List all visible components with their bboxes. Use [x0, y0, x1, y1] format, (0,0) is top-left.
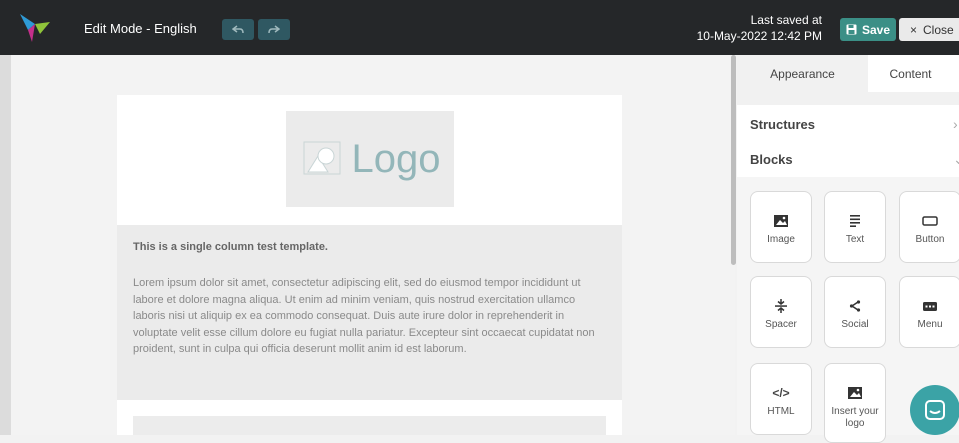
code-icon: </>	[772, 386, 790, 400]
canvas-scrollbar[interactable]	[731, 55, 736, 265]
spacer-icon	[751, 299, 811, 313]
block-insert-logo[interactable]: Insert your logo	[824, 363, 886, 443]
save-button[interactable]: Save	[840, 18, 896, 41]
block-html[interactable]: </> HTML	[750, 363, 812, 435]
block-label: Image	[767, 234, 795, 245]
tab-appearance[interactable]: Appearance	[737, 55, 868, 92]
block-button[interactable]: Button	[899, 191, 959, 263]
blocks-label: Blocks	[750, 152, 793, 167]
block-social[interactable]: Social	[824, 276, 886, 348]
block-label: HTML	[767, 406, 795, 417]
canvas-left-border	[0, 55, 11, 435]
floppy-icon	[846, 24, 857, 35]
email-template[interactable]: Logo This is a single column test templa…	[117, 95, 622, 435]
block-label: Insert your logo	[831, 406, 879, 429]
redo-icon	[268, 24, 280, 33]
last-saved-time: 10-May-2022 12:42 PM	[696, 29, 822, 43]
content-panel: Appearance Content Structures › Blocks ⌄…	[737, 55, 959, 443]
block-label: Spacer	[765, 319, 797, 330]
chevron-right-icon: ›	[953, 116, 958, 132]
block-menu[interactable]: Menu	[899, 276, 959, 348]
last-saved-status: Last saved at 10-May-2022 12:42 PM	[690, 12, 822, 44]
chat-launcher-button[interactable]	[910, 385, 959, 435]
structures-label: Structures	[750, 117, 816, 132]
block-text[interactable]: Text	[824, 191, 886, 263]
structures-section[interactable]: Structures ›	[737, 107, 959, 143]
button-icon	[900, 214, 959, 228]
content-block[interactable]	[133, 416, 606, 435]
block-label: Button	[915, 234, 945, 245]
chevron-down-icon: ⌄	[953, 151, 959, 167]
tab-divider	[737, 92, 959, 105]
redo-button[interactable]	[258, 19, 290, 40]
text-block-title: This is a single column test template.	[133, 241, 328, 253]
text-block[interactable]: This is a single column test template. L…	[117, 225, 622, 400]
logo-placeholder-icon	[303, 141, 340, 175]
close-label: Close	[923, 22, 954, 37]
logo-placeholder-text: Logo	[351, 136, 441, 181]
undo-icon	[232, 24, 244, 33]
image-icon	[751, 214, 811, 228]
close-button[interactable]: × Close	[899, 18, 959, 41]
last-saved-label: Last saved at	[750, 13, 822, 27]
chat-icon	[925, 400, 945, 420]
image-icon	[825, 386, 885, 400]
edit-mode-label: Edit Mode - English	[84, 21, 197, 36]
block-label: Text	[845, 234, 865, 245]
block-label: Menu	[917, 319, 943, 330]
app-logo	[20, 14, 50, 42]
block-label: Social	[841, 319, 869, 330]
editor-canvas: Logo This is a single column test templa…	[0, 55, 735, 435]
logo-placeholder[interactable]: Logo	[286, 111, 454, 207]
text-block-body: Lorem ipsum dolor sit amet, consectetur …	[133, 277, 595, 356]
text-icon	[825, 214, 885, 228]
share-icon	[825, 299, 885, 313]
undo-button[interactable]	[222, 19, 254, 40]
tab-content[interactable]: Content	[868, 55, 959, 92]
close-icon: ×	[910, 22, 918, 37]
save-label: Save	[861, 22, 891, 37]
block-spacer[interactable]: Spacer	[750, 276, 812, 348]
menu-icon	[900, 299, 959, 313]
block-image[interactable]: Image	[750, 191, 812, 263]
blocks-section[interactable]: Blocks ⌄	[737, 142, 959, 178]
